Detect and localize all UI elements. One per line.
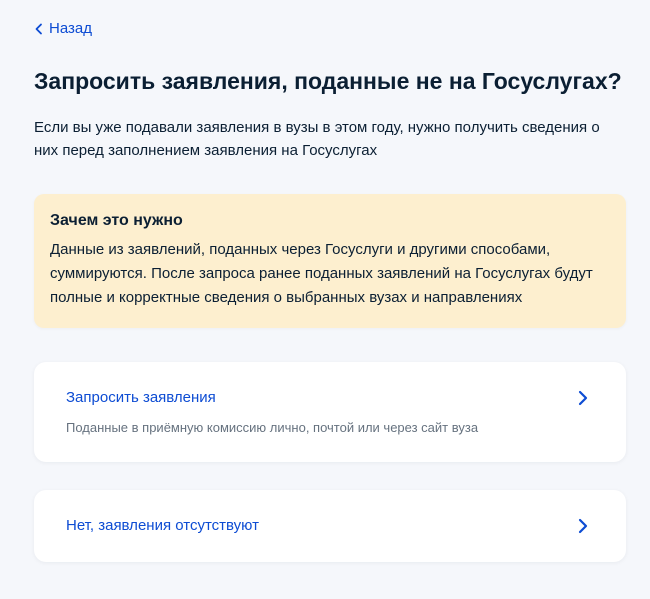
info-box-text: Данные из заявлений, поданных через Госу…	[50, 241, 593, 306]
info-box: Зачем это нужно Данные из заявлений, под…	[34, 194, 626, 328]
option-no-applications-title: Нет, заявления отсутствуют	[66, 517, 259, 534]
chevron-left-icon	[35, 23, 42, 35]
page: Назад Запросить заявления, поданные не н…	[0, 0, 650, 599]
back-link[interactable]: Назад	[34, 19, 92, 39]
option-request-applications-title: Запросить заявления	[66, 389, 216, 406]
page-lead-text: Если вы уже подавали заявления в вузы в …	[34, 119, 600, 159]
info-box-title: Зачем это нужно	[50, 212, 183, 229]
chevron-right-icon	[578, 390, 588, 406]
option-request-applications[interactable]: Запросить заявления Поданные в приёмную …	[34, 362, 626, 462]
page-title: Запросить заявления, поданные не на Госу…	[34, 68, 622, 94]
option-no-applications[interactable]: Нет, заявления отсутствуют	[34, 490, 626, 562]
option-request-applications-subtitle: Поданные в приёмную комиссию лично, почт…	[66, 420, 479, 435]
chevron-right-icon	[578, 518, 588, 534]
back-link-label: Назад	[49, 20, 92, 37]
